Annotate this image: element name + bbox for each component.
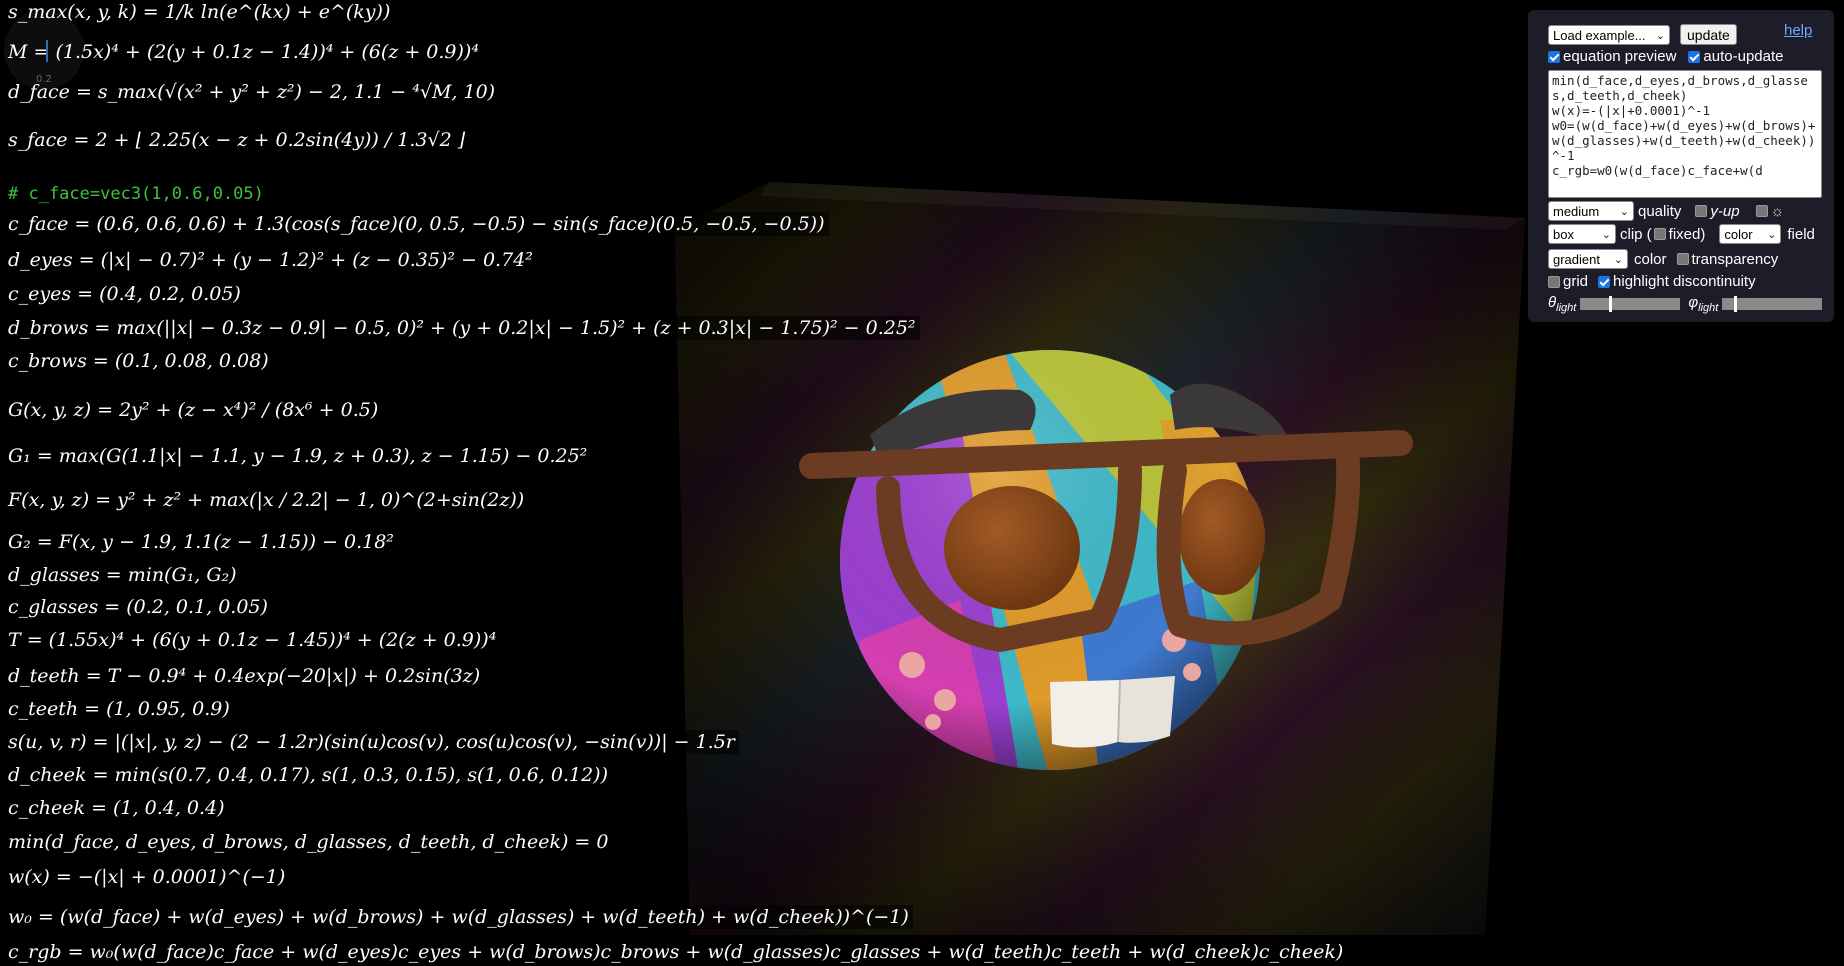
equation-preview-checkbox[interactable]	[1548, 50, 1560, 63]
load-example-select[interactable]: Load example... ⌄	[1548, 24, 1670, 45]
y-up-label: y-up	[1710, 202, 1740, 220]
phi-light-label: φlight	[1688, 294, 1719, 314]
quality-label: quality	[1638, 202, 1682, 220]
theta-light-slider[interactable]	[1580, 296, 1681, 312]
equation-line-d-cheek: d_cheek = min(s(0.7, 0.4, 0.17), s(1, 0.…	[6, 763, 613, 787]
y-up-checkbox[interactable]	[1695, 205, 1708, 217]
equation-line-c-rgb: c_rgb = w₀(w(d_face)c_face + w(d_eyes)c_…	[6, 940, 1348, 964]
equation-line-f: F(x, y, z) = y² + z² + max(|x / 2.2| − 1…	[6, 488, 529, 512]
highlight-discontinuity-checkbox[interactable]	[1598, 275, 1611, 288]
quality-select[interactable]: medium ⌄	[1548, 201, 1634, 221]
equation-textarea[interactable]: min(d_face,d_eyes,d_brows,d_glasses,d_te…	[1548, 70, 1822, 198]
equation-line-c-eyes: c_eyes = (0.4, 0.2, 0.05)	[6, 282, 245, 306]
grid-label: grid	[1563, 273, 1589, 290]
equation-line-s-face: s_face = 2 + ⌊ 2.25(x − z + 0.2sin(4y)) …	[6, 128, 470, 152]
equation-line-d-glasses: d_glasses = min(G₁, G₂)	[6, 563, 241, 587]
theta-light-label: θlight	[1548, 294, 1577, 314]
color-select[interactable]: gradient ⌄	[1548, 249, 1628, 269]
equation-line-t: T = (1.55x)⁴ + (6(y + 0.1z − 1.45))⁴ + (…	[6, 628, 501, 652]
fixed-label: fixed)	[1668, 225, 1706, 243]
control-panel: Load example... ⌄ update help equation p…	[1528, 10, 1834, 322]
equation-line-g: G(x, y, z) = 2y² + (z − x⁴)² / (8x⁶ + 0.…	[6, 398, 383, 422]
dark-mode-checkbox[interactable]	[1755, 205, 1768, 217]
equation-line-g1: G₁ = max(G(1.1|x| − 1.1, y − 1.9, z + 0.…	[6, 444, 592, 468]
axis-line	[46, 40, 48, 62]
help-link[interactable]: help	[1784, 22, 1812, 39]
clip-value: box	[1553, 227, 1574, 242]
load-example-label: Load example...	[1553, 27, 1646, 43]
chevron-down-icon: ⌄	[1619, 206, 1629, 218]
equation-line-d-brows: d_brows = max(||x| − 0.3z − 0.9| − 0.5, …	[6, 316, 920, 340]
axis-gizmo[interactable]: 0.2	[4, 10, 84, 90]
quality-value: medium	[1553, 204, 1600, 219]
axis-tick-label: 0.2	[36, 74, 52, 85]
equation-line-c-face: c_face = (0.6, 0.6, 0.6) + 1.3(cos(s_fac…	[6, 212, 829, 236]
field-label: field	[1787, 225, 1815, 243]
render-viewport[interactable]: s_max(x, y, k) = 1/k ln(e^(kx) + e^(ky))…	[0, 0, 1844, 966]
slider-thumb[interactable]	[1733, 296, 1737, 312]
equation-line-g2: G₂ = F(x, y − 1.9, 1.1(z − 1.15)) − 0.18…	[6, 530, 398, 554]
equation-line-d-face: d_face = s_max(√(x² + y² + z²) − 2, 1.1 …	[6, 80, 500, 104]
chevron-down-icon: ⌄	[1655, 29, 1665, 42]
equation-line-min-eq: min(d_face, d_eyes, d_brows, d_glasses, …	[6, 830, 613, 854]
equation-line-c-cheek: c_cheek = (1, 0.4, 0.4)	[6, 796, 229, 820]
equation-line-s-uvr: s(u, v, r) = |(|x|, y, z) − (2 − 1.2r)(s…	[6, 730, 739, 754]
equation-line-d-teeth: d_teeth = T − 0.9⁴ + 0.4exp(−20|x|) + 0.…	[6, 664, 485, 688]
auto-update-checkbox[interactable]	[1688, 50, 1701, 63]
equation-line-c-brows: c_brows = (0.1, 0.08, 0.08)	[6, 349, 273, 373]
equation-line-w0: w₀ = (w(d_face) + w(d_eyes) + w(d_brows)…	[6, 905, 913, 929]
clip-label: clip (	[1620, 225, 1652, 243]
equation-line-c-teeth: c_teeth = (1, 0.95, 0.9)	[6, 697, 234, 721]
transparency-checkbox[interactable]	[1676, 253, 1689, 265]
grid-checkbox[interactable]	[1548, 275, 1560, 288]
color-label: color	[1634, 250, 1667, 268]
chevron-down-icon: ⌄	[1601, 229, 1611, 241]
equation-preview-label: equation preview	[1563, 48, 1677, 65]
chevron-down-icon: ⌄	[1767, 229, 1777, 241]
field-value: color	[1724, 227, 1753, 242]
update-button[interactable]: update	[1680, 24, 1737, 45]
clip-select[interactable]: box ⌄	[1548, 224, 1616, 244]
equation-line-c-glasses: c_glasses = (0.2, 0.1, 0.05)	[6, 595, 272, 619]
chevron-down-icon: ⌄	[1613, 254, 1623, 266]
auto-update-label: auto-update	[1703, 48, 1784, 65]
equation-preview: s_max(x, y, k) = 1/k ln(e^(kx) + e^(ky))…	[0, 0, 1348, 966]
teeth	[1050, 676, 1175, 748]
equation-line-comment: # c_face=vec3(1,0.6,0.05)	[6, 182, 268, 206]
field-select[interactable]: color ⌄	[1719, 224, 1782, 244]
equation-line-d-eyes: d_eyes = (|x| − 0.7)² + (y − 1.2)² + (z …	[6, 248, 537, 272]
slider-thumb[interactable]	[1609, 296, 1613, 312]
phi-light-slider[interactable]	[1722, 296, 1823, 312]
sun-icon: ☼	[1770, 202, 1785, 220]
highlight-discontinuity-label: highlight discontinuity	[1613, 273, 1756, 290]
transparency-label: transparency	[1691, 250, 1779, 268]
color-value: gradient	[1553, 252, 1600, 267]
equation-line-w: w(x) = −(|x| + 0.0001)^(−1)	[6, 865, 290, 889]
fixed-checkbox[interactable]	[1653, 228, 1666, 240]
